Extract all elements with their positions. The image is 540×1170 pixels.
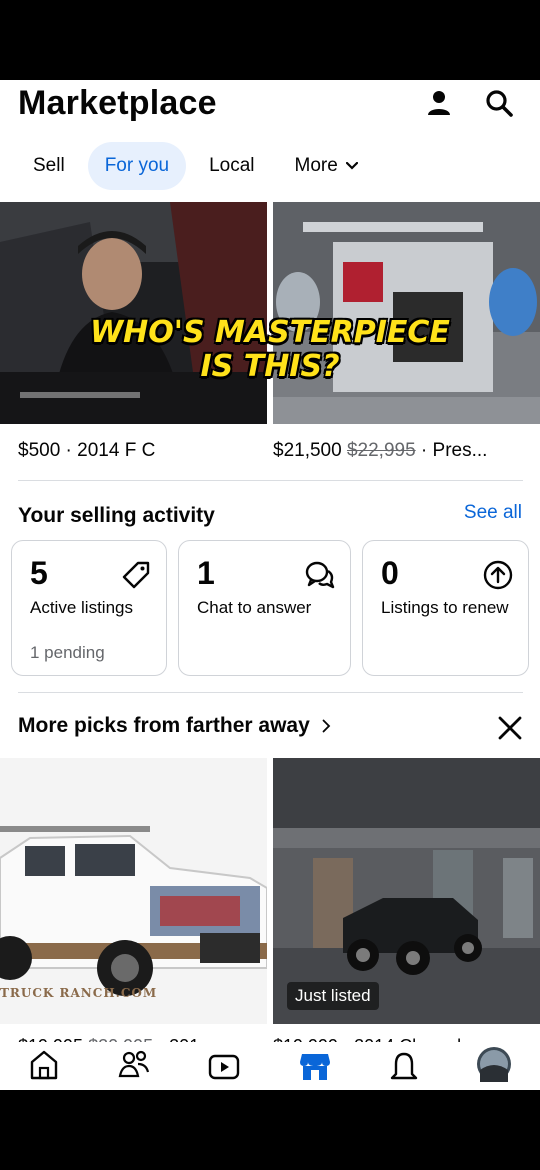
listings-to-renew-card[interactable]: 0 Listings to renew: [362, 540, 529, 676]
tab-local[interactable]: Local: [192, 142, 271, 190]
listing-price: $500: [18, 440, 61, 461]
card-label: Listings to renew: [381, 598, 509, 617]
listing-price-title[interactable]: $21,500 $22,995 · Pres...: [273, 440, 528, 462]
listing-old-price: $22,995: [346, 440, 416, 461]
home-icon[interactable]: [26, 1046, 62, 1082]
tab-label: More: [294, 155, 338, 176]
tab-for-you[interactable]: For you: [87, 142, 187, 190]
listing-image[interactable]: [0, 202, 267, 424]
chevron-right-icon: [322, 719, 331, 733]
card-count: 5: [30, 555, 48, 591]
chat-to-answer-card[interactable]: 1 Chat to answer: [178, 540, 351, 676]
caption-line: IS THIS?: [200, 349, 340, 384]
profile-icon[interactable]: [424, 88, 454, 118]
tag-icon: [122, 561, 150, 589]
active-listings-card[interactable]: 5 Active listings 1 pending: [11, 540, 167, 676]
caption-line: WHO'S MASTERPIECE: [90, 315, 450, 350]
listing-price-title[interactable]: $500 · 2014 F C: [18, 440, 263, 462]
tab-label: For you: [104, 155, 170, 176]
search-icon[interactable]: [484, 88, 514, 118]
notifications-icon[interactable]: [386, 1046, 422, 1082]
page-title: Marketplace: [18, 84, 217, 122]
selling-activity-title: Your selling activity: [18, 504, 215, 527]
listing-title: 2014 F C: [77, 440, 156, 461]
card-label: Chat to answer: [197, 598, 312, 617]
see-all-link[interactable]: See all: [464, 502, 522, 524]
just-listed-badge: Just listed: [287, 982, 379, 1010]
video-icon[interactable]: [206, 1046, 242, 1082]
tab-bar: Sell For you Local More: [16, 142, 375, 190]
listing-image[interactable]: [273, 202, 540, 424]
tab-label: Sell: [33, 155, 65, 176]
divider: [18, 480, 523, 481]
card-count: 0: [381, 555, 399, 591]
chat-bubbles-icon: [305, 561, 335, 589]
marketplace-screen: Marketplace Sell For you Local More WHO'…: [0, 80, 540, 1090]
close-icon[interactable]: [496, 714, 524, 742]
more-picks-title: More picks from farther away: [18, 714, 310, 737]
chevron-down-icon: [345, 161, 358, 170]
listing-image[interactable]: Just listed: [273, 758, 540, 1024]
white-truck-photo: [0, 758, 267, 1024]
listing-image[interactable]: TRUCK RANCH.COM: [0, 758, 267, 1024]
bottom-nav: [0, 1042, 540, 1090]
profile-avatar[interactable]: [476, 1046, 512, 1082]
card-label: Active listings: [30, 598, 133, 617]
tab-more[interactable]: More: [278, 142, 375, 190]
image-overlay-caption: WHO'S MASTERPIECE IS THIS?: [0, 316, 540, 384]
listing-price: $21,500: [273, 440, 342, 461]
divider: [18, 692, 523, 693]
more-picks-header[interactable]: More picks from farther away: [18, 714, 331, 738]
tab-sell[interactable]: Sell: [16, 142, 82, 190]
marketplace-icon[interactable]: [297, 1046, 333, 1082]
arrow-up-circle-icon: [483, 560, 513, 590]
friends-icon[interactable]: [116, 1046, 152, 1082]
truck-interior-photo: [0, 202, 267, 424]
status-bar-area: [0, 0, 540, 80]
watermark: TRUCK RANCH.COM: [0, 986, 158, 1000]
card-count: 1: [197, 555, 215, 591]
tab-label: Local: [209, 155, 255, 176]
system-nav-area: [0, 1090, 540, 1170]
listing-title: Pres...: [432, 440, 488, 461]
card-sub: 1 pending: [30, 643, 105, 662]
equipment-photo: [273, 202, 540, 424]
